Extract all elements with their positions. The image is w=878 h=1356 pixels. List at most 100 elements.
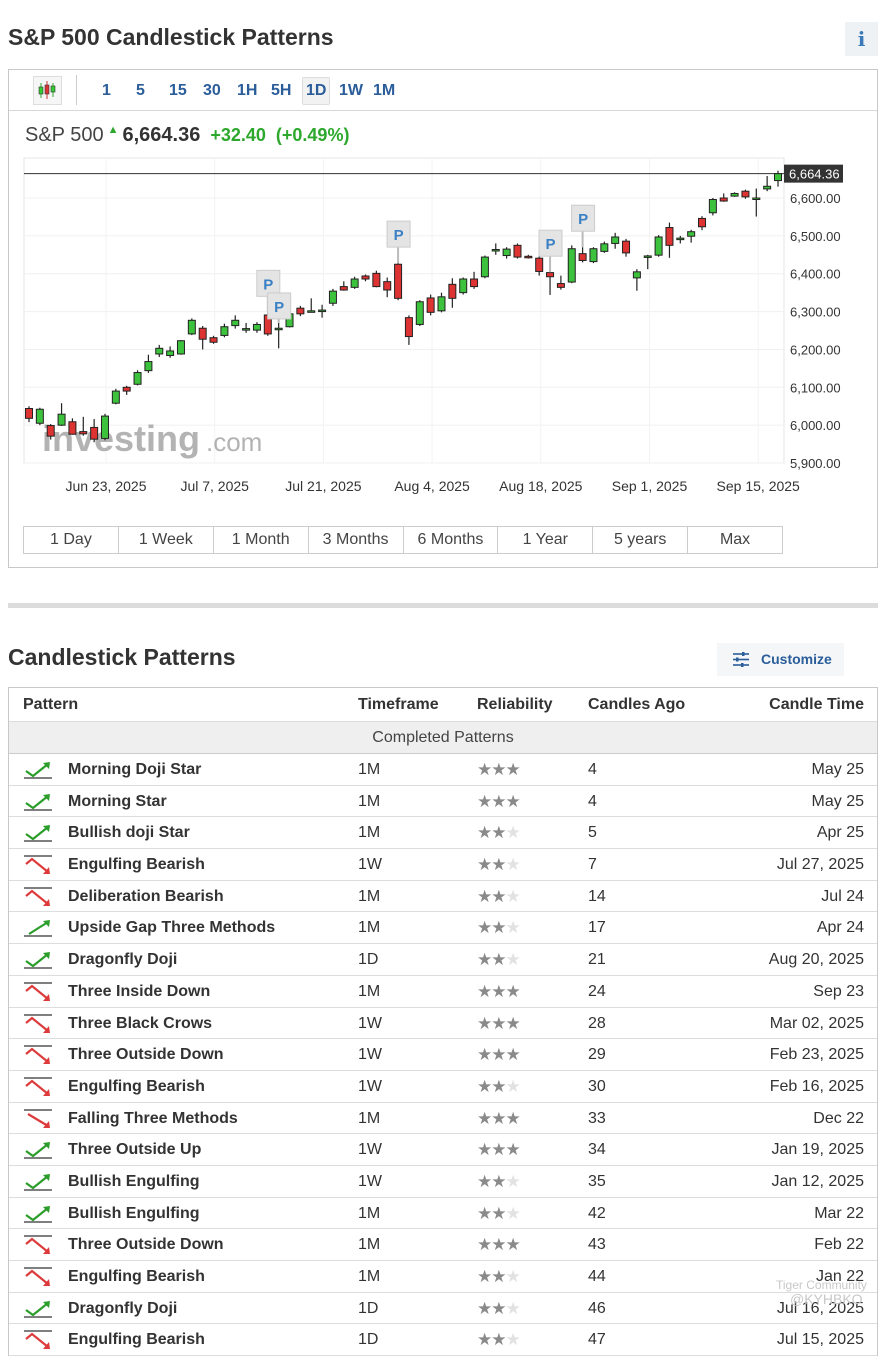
range-5-years[interactable]: 5 years	[593, 527, 689, 553]
pattern-name[interactable]: Dragonfly Doji	[68, 944, 177, 975]
candle[interactable]	[328, 288, 337, 306]
candle[interactable]	[372, 270, 381, 288]
candle-body	[415, 301, 424, 325]
candle-time: Mar 02, 2025	[769, 1014, 864, 1032]
bearish-reversal-icon	[24, 1267, 52, 1286]
col-timeframe[interactable]: Timeframe	[358, 688, 439, 722]
pattern-name[interactable]: Deliberation Bearish	[68, 881, 224, 912]
col-candles-ago[interactable]: Candles Ago	[588, 688, 685, 722]
pattern-name[interactable]: Morning Star	[68, 786, 167, 817]
candle[interactable]	[426, 294, 435, 316]
col-pattern[interactable]: Pattern	[23, 688, 78, 722]
pattern-name[interactable]: Bullish Engulfing	[68, 1166, 200, 1197]
candles-ago: 44	[588, 1268, 606, 1285]
pattern-name[interactable]: Three Outside Up	[68, 1134, 201, 1165]
bearish-reversal-icon	[24, 1077, 52, 1096]
pattern-row[interactable]: Three Outside Down 1M ★★★ 43 Feb 22	[9, 1229, 877, 1261]
pattern-name[interactable]: Engulfing Bearish	[68, 1324, 205, 1355]
candle[interactable]	[589, 247, 598, 264]
candle-body	[220, 326, 229, 336]
candle[interactable]	[187, 318, 196, 336]
candle[interactable]	[100, 413, 109, 441]
star-icon: ★	[505, 1171, 521, 1191]
customize-button[interactable]: Customize	[717, 643, 844, 676]
range-6-months[interactable]: 6 Months	[404, 527, 499, 553]
pattern-row[interactable]: Engulfing Bearish 1W ★★★ 7 Jul 27, 2025	[9, 849, 877, 881]
candle[interactable]	[350, 276, 359, 289]
candle[interactable]	[730, 192, 739, 197]
candle[interactable]	[567, 245, 576, 284]
reliability-stars: ★★★	[477, 1008, 521, 1040]
pattern-name[interactable]: Engulfing Bearish	[68, 1261, 205, 1292]
candle[interactable]	[394, 263, 403, 301]
bullish-reversal-icon	[24, 1173, 52, 1191]
star-icon: ★	[505, 823, 521, 843]
candle-body	[242, 328, 251, 331]
pattern-name[interactable]: Three Black Crows	[68, 1008, 212, 1039]
candle-body	[25, 408, 33, 419]
candle[interactable]	[513, 243, 522, 259]
pattern-row[interactable]: Falling Three Methods 1M ★★★ 33 Dec 22	[9, 1103, 877, 1135]
range-3-months[interactable]: 3 Months	[309, 527, 404, 553]
pattern-row[interactable]: Three Black Crows 1W ★★★ 28 Mar 02, 2025	[9, 1008, 877, 1040]
y-tick-label: 6,200.00	[790, 342, 841, 357]
range-1-year[interactable]: 1 Year	[498, 527, 594, 553]
candle-time: May 25	[811, 792, 864, 810]
pattern-row[interactable]: Three Inside Down 1M ★★★ 24 Sep 23	[9, 976, 877, 1008]
last-price-tag-label: 6,664.36	[789, 167, 840, 182]
pattern-row[interactable]: Morning Doji Star 1M ★★★ 4 May 25	[9, 754, 877, 786]
candle[interactable]	[111, 388, 120, 405]
reliability-stars: ★★★	[477, 1103, 521, 1135]
pattern-name[interactable]: Three Outside Down	[68, 1039, 224, 1070]
candle[interactable]	[415, 300, 424, 326]
candles-ago: 43	[588, 1236, 606, 1254]
star-icon: ★	[491, 1140, 506, 1160]
star-icon: ★	[491, 1076, 506, 1096]
candle[interactable]	[176, 339, 185, 355]
col-candle-time[interactable]: Candle Time	[769, 688, 864, 722]
pattern-name[interactable]: Engulfing Bearish	[68, 849, 205, 880]
col-reliability[interactable]: Reliability	[477, 688, 553, 722]
bearish-reversal-icon	[24, 1330, 52, 1350]
range-max[interactable]: Max	[688, 527, 782, 553]
pattern-row[interactable]: Bullish Engulfing 1W ★★★ 35 Jan 12, 2025	[9, 1166, 877, 1198]
pattern-name[interactable]: Bullish Engulfing	[68, 1198, 200, 1229]
pattern-row[interactable]: Engulfing Bearish 1D ★★★ 47 Jul 15, 2025	[9, 1324, 877, 1356]
candle[interactable]	[654, 235, 663, 257]
pattern-row[interactable]: Three Outside Up 1W ★★★ 34 Jan 19, 2025	[9, 1134, 877, 1166]
pattern-row[interactable]: Upside Gap Three Methods 1M ★★★ 17 Apr 24	[9, 912, 877, 945]
range-selector: 1 Day 1 Week 1 Month 3 Months 6 Months 1 Year…	[23, 526, 783, 554]
pattern-name[interactable]: Upside Gap Three Methods	[68, 912, 275, 943]
pattern-row[interactable]: Dragonfly Doji 1D ★★★ 21 Aug 20, 2025	[9, 944, 877, 976]
pattern-row[interactable]: Bullish Engulfing 1M ★★★ 42 Mar 22	[9, 1198, 877, 1230]
pattern-name[interactable]: Dragonfly Doji	[68, 1293, 177, 1324]
pattern-timeframe: 1M	[358, 1236, 381, 1254]
range-1-month[interactable]: 1 Month	[214, 527, 309, 553]
star-icon: ★	[477, 1203, 492, 1223]
candle[interactable]	[35, 407, 44, 426]
pattern-row[interactable]: Engulfing Bearish 1W ★★★ 30 Feb 16, 2025	[9, 1071, 877, 1103]
pattern-row[interactable]: Bullish doji Star 1M ★★★ 5 Apr 25	[9, 817, 877, 850]
candle[interactable]	[708, 198, 717, 216]
candlestick-chart[interactable]: 6,600.00 6,500.00 6,400.00 6,300.00 6,200.00…	[0, 0, 878, 520]
candle-time: Apr 24	[816, 919, 864, 937]
star-icon: ★	[477, 855, 492, 875]
pattern-name[interactable]: Three Outside Down	[68, 1229, 224, 1260]
star-icon: ★	[491, 918, 506, 938]
pattern-name[interactable]: Three Inside Down	[68, 976, 210, 1007]
candle[interactable]	[133, 370, 142, 386]
candles-ago: 17	[588, 919, 606, 937]
pattern-name[interactable]: Falling Three Methods	[68, 1103, 238, 1134]
pattern-row[interactable]: Morning Star 1M ★★★ 4 May 25	[9, 786, 877, 818]
pattern-row[interactable]: Three Outside Down 1W ★★★ 29 Feb 23, 2025	[9, 1039, 877, 1071]
candle-body	[122, 386, 131, 392]
candle[interactable]	[459, 277, 468, 295]
range-1-week[interactable]: 1 Week	[119, 527, 214, 553]
candle[interactable]	[480, 255, 489, 279]
candle-time: Dec 22	[813, 1109, 864, 1127]
range-1-day[interactable]: 1 Day	[24, 527, 119, 553]
pattern-row[interactable]: Deliberation Bearish 1M ★★★ 14 Jul 24	[9, 881, 877, 913]
pattern-name[interactable]: Bullish doji Star	[68, 817, 190, 848]
pattern-name[interactable]: Engulfing Bearish	[68, 1071, 205, 1102]
pattern-name[interactable]: Morning Doji Star	[68, 754, 201, 785]
